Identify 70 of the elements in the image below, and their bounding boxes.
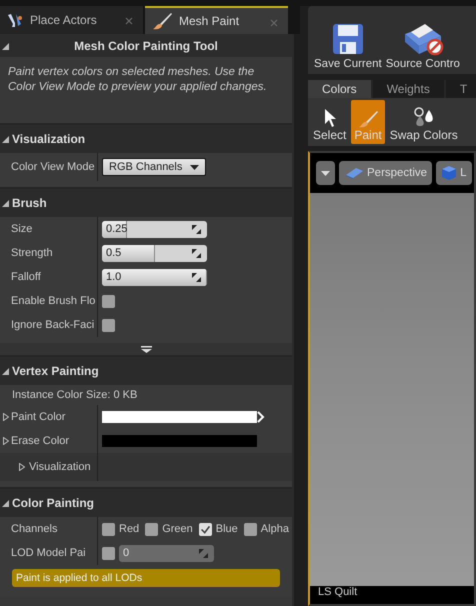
property-label: Channels (11, 523, 58, 535)
view-button[interactable]: Perspective (339, 161, 432, 185)
panel-tab[interactable]: Mesh Paint (145, 6, 288, 34)
checkbox[interactable] (244, 522, 257, 536)
description-text: Paint vertex colors on selected meshes. Use the Color View Mode to preview your applied changes. (7, 65, 268, 95)
subsection-header[interactable]: Visualization (11, 461, 91, 473)
collapse-icon (2, 368, 9, 374)
dropdown[interactable]: RGB Channels (102, 158, 206, 176)
caret-icon (190, 164, 199, 170)
checkbox[interactable] (198, 522, 212, 536)
actors-icon (6, 12, 24, 28)
tool-button[interactable]: Select (310, 100, 350, 144)
collapse-icon (2, 136, 9, 142)
color-swatch[interactable] (102, 411, 257, 423)
mode-tab[interactable]: Colors (308, 80, 371, 98)
checkbox-label: Red (119, 523, 140, 535)
close-icon (270, 19, 278, 27)
advanced-toggle[interactable] (0, 343, 292, 355)
drag-handle-icon (192, 272, 201, 282)
mode-tab[interactable]: T (446, 80, 476, 98)
panel-tab[interactable]: Place Actors (0, 6, 143, 34)
color-swatch[interactable] (102, 435, 257, 447)
checkbox[interactable] (102, 294, 115, 308)
brush-icon (151, 12, 173, 30)
drag-handle-icon (199, 548, 208, 558)
property-label: Erase Color (11, 435, 70, 447)
caret-icon (321, 170, 330, 176)
collapse-icon (2, 500, 9, 506)
property-label: Size (11, 223, 32, 235)
checkbox-label: Green (162, 523, 193, 535)
drag-handle-icon (192, 248, 201, 258)
panel-title: Mesh Color Painting Tool (74, 38, 218, 52)
warning-banner: Paint is applied to all LODs (12, 569, 280, 587)
number-slider[interactable]: 1.0 (102, 268, 207, 286)
eraser-icon (344, 167, 364, 179)
collapse-icon (2, 43, 9, 50)
property-label: Falloff (11, 271, 41, 283)
section-header[interactable]: Color Painting (0, 489, 292, 517)
property-label: Paint Color (11, 411, 66, 423)
view-mode-button[interactable]: L (436, 161, 472, 185)
toolbar-button[interactable]: Save Current (314, 22, 382, 70)
mode-tab[interactable]: Weights (372, 80, 444, 98)
property-label: LOD Model Pai (11, 547, 86, 559)
checkbox[interactable] (102, 318, 115, 332)
drag-handle-icon (192, 224, 201, 234)
info-text: Instance Color Size: 0 KB (12, 389, 138, 401)
section-header[interactable]: Visualization (0, 125, 292, 153)
property-label: Ignore Back-Faci (11, 319, 94, 331)
brush-icon (357, 110, 380, 128)
options-button[interactable] (316, 161, 335, 185)
close-icon (125, 17, 133, 25)
number-slider[interactable]: 0.5 (102, 244, 207, 262)
checkbox[interactable] (102, 522, 115, 536)
double-caret-icon (140, 346, 152, 352)
property-label: Color View Mode (11, 161, 95, 173)
checkbox-label: Blue (216, 523, 238, 535)
checkbox[interactable] (145, 522, 158, 536)
checkbox-label: Alpha (260, 523, 289, 535)
section-header[interactable]: Brush (0, 189, 292, 217)
tool-button[interactable]: Swap Colors (386, 100, 461, 144)
collapse-icon (2, 200, 9, 206)
property-label: Enable Brush Flo (11, 295, 96, 307)
expand-icon (19, 463, 25, 471)
chevron-icon (257, 411, 265, 423)
section-header[interactable]: Vertex Painting (0, 357, 292, 385)
cube-icon (441, 165, 458, 181)
property-label: Strength (11, 247, 53, 259)
number-slider[interactable]: 0.25 (102, 220, 207, 238)
viewport-caption: LS Quilt (318, 586, 358, 598)
toolbar-button[interactable]: Source Contro (386, 20, 460, 70)
